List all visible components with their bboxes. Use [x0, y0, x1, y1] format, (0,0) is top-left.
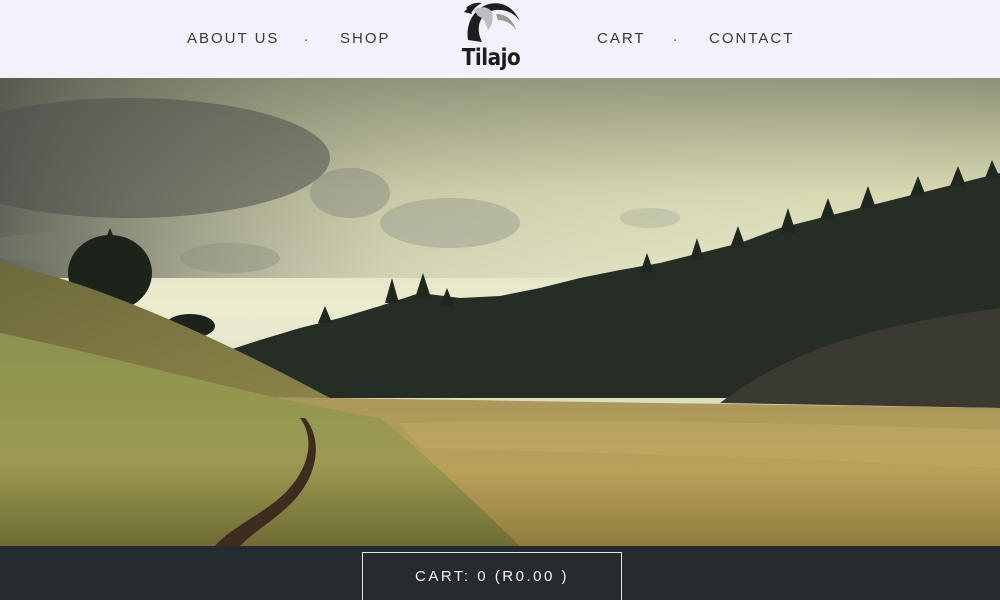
site-header: ABOUT US . SHOP Tilajo CART . CONTACT [0, 0, 1000, 78]
horse-head-icon [464, 2, 520, 42]
cart-summary-button[interactable]: CART: 0 (R0.00 ) [362, 552, 622, 600]
landscape-photo [0, 78, 1000, 546]
nav-cart[interactable]: CART [597, 30, 646, 47]
nav-separator: . [304, 28, 309, 45]
cart-bar: CART: 0 (R0.00 ) [0, 546, 1000, 600]
hero-image [0, 78, 1000, 546]
nav-contact[interactable]: CONTACT [709, 30, 794, 47]
logo-wordmark: Tilajo [461, 43, 521, 71]
site-logo[interactable]: Tilajo [456, 0, 526, 76]
nav-separator: . [673, 28, 678, 45]
nav-shop[interactable]: SHOP [340, 30, 391, 47]
nav-about-us[interactable]: ABOUT US [187, 30, 279, 47]
